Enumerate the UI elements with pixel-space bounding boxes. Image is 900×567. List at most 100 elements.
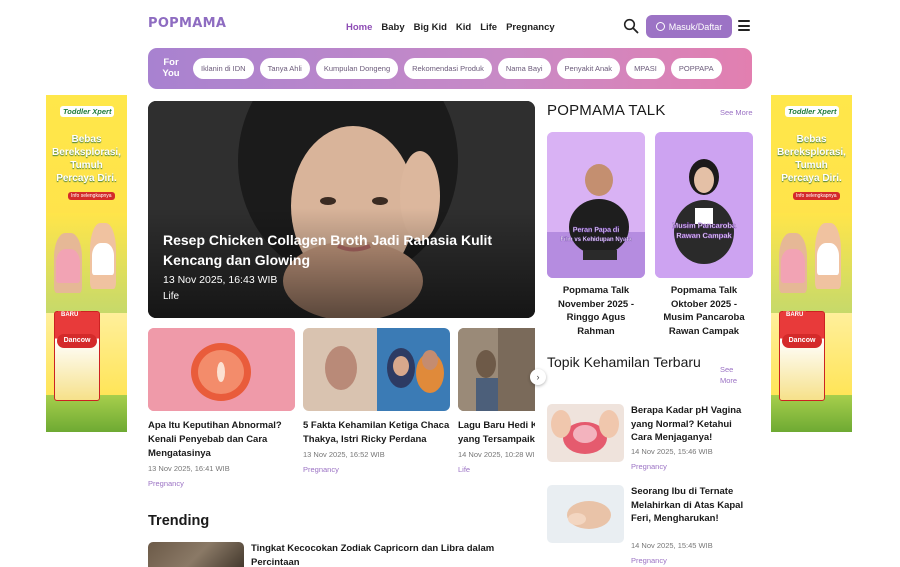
talk-poster-text: Rawan Campak [676, 231, 732, 240]
topik-article-date: 14 Nov 2025, 15:46 WIB [631, 447, 713, 456]
article-category[interactable]: Pregnancy [148, 479, 295, 488]
main-nav: Home Baby Big Kid Kid Life Pregnancy [346, 22, 555, 33]
search-icon[interactable] [623, 18, 639, 34]
talk-poster-text: Peran Papa di [573, 227, 619, 234]
topik-article-image [547, 404, 624, 462]
for-you-chips: Iklanin di IDN Tanya Ahli Kumpulan Donge… [193, 58, 722, 79]
popmama-talk-heading: POPMAMA TALK [547, 102, 666, 119]
chip-rekomendasi-produk[interactable]: Rekomendasi Produk [404, 58, 492, 79]
ad-headline-line: Bebas [796, 134, 827, 145]
chip-iklanin[interactable]: Iklanin di IDN [193, 58, 254, 79]
for-you-label-line2: You [162, 68, 180, 79]
talk-poster-text: Musim Pancaroba [672, 221, 737, 230]
side-ad-right[interactable]: Toddler Xpert Bebas Bereksplorasi, Tumuh… [771, 95, 852, 432]
ad-headline-line: Bereksplorasi, [777, 147, 846, 158]
article-category[interactable]: Pregnancy [303, 465, 450, 474]
article-image [303, 328, 450, 411]
ad-cta[interactable]: Info selengkapnya [793, 192, 840, 200]
topik-kehamilan-heading: Topik Kehamilan Terbaru [547, 354, 701, 370]
talk-caption[interactable]: Popmama Talk November 2025 - Ringgo Agus… [547, 284, 645, 338]
see-more-line: See [720, 365, 734, 374]
nav-big-kid[interactable]: Big Kid [414, 22, 447, 33]
article-image [148, 328, 295, 411]
ad-headline-line: Percaya Diri. [56, 173, 117, 184]
topik-article[interactable]: Seorang Ibu di Ternate Melahirkan di Ata… [547, 485, 752, 567]
user-icon [655, 22, 665, 31]
topik-article-date: 14 Nov 2025, 15:45 WIB [631, 541, 713, 550]
talk-card[interactable]: Musim Pancaroba Rawan Campak Popmama Tal… [655, 132, 753, 338]
chip-nama-bayi[interactable]: Nama Bayi [497, 58, 551, 79]
ad-brand-label: Toddler Xpert [785, 106, 840, 117]
product-box-image: Dancow [779, 311, 825, 401]
login-button[interactable]: Masuk/Daftar [646, 15, 732, 38]
product-box-image: Dancow [54, 311, 100, 401]
nav-home[interactable]: Home [346, 22, 372, 33]
trending-article-title[interactable]: Tingkat Kecocokan Zodiak Capricorn dan L… [251, 542, 526, 567]
talk-poster: Peran Papa di Film vs Kehidupan Nyata [547, 132, 645, 278]
chip-mpasi[interactable]: MPASI [626, 58, 665, 79]
ad-cta[interactable]: Info selengkapnya [68, 192, 115, 200]
topik-article-category[interactable]: Pregnancy [631, 556, 667, 565]
ad-brand-label: Toddler Xpert [60, 106, 115, 117]
article-title[interactable]: 5 Fakta Kehamilan Ketiga Chaca Thakya, I… [303, 419, 450, 447]
ad-kids-illustration [46, 213, 127, 313]
chip-poppapa[interactable]: POPPAPA [670, 58, 722, 79]
hero-date: 13 Nov 2025, 16:43 WIB [163, 274, 278, 286]
ad-headline: Bebas Bereksplorasi, Tumuh Percaya Diri. [46, 133, 127, 185]
login-label: Masuk/Daftar [668, 21, 723, 32]
article-card[interactable]: Apa Itu Keputihan Abnormal? Kenali Penye… [148, 328, 295, 488]
product-brand-label: Dancow [57, 334, 97, 348]
article-date: 13 Nov 2025, 16:41 WIB [148, 464, 230, 473]
for-you-label-line1: For [163, 57, 179, 68]
article-card[interactable]: 5 Fakta Kehamilan Ketiga Chaca Thakya, I… [303, 328, 450, 474]
ad-headline-line: Tumuh [795, 160, 828, 171]
topik-article-category[interactable]: Pregnancy [631, 462, 667, 471]
article-date: 13 Nov 2025, 16:52 WIB [303, 450, 385, 459]
trending-heading: Trending [148, 513, 210, 529]
trending-article-image[interactable] [148, 542, 244, 567]
topik-article-image [547, 485, 624, 543]
chip-penyakit-anak[interactable]: Penyakit Anak [556, 58, 621, 79]
hero-category[interactable]: Life [163, 291, 179, 302]
hero-title[interactable]: Resep Chicken Collagen Broth Jadi Rahasi… [163, 230, 523, 270]
ad-headline-line: Bebas [71, 134, 102, 145]
new-badge: BARU [783, 311, 807, 319]
talk-see-more-link[interactable]: See More [720, 108, 753, 117]
see-more-line: More [720, 376, 738, 385]
nav-pregnancy[interactable]: Pregnancy [506, 22, 555, 33]
topik-see-more-link[interactable]: See More [720, 364, 737, 386]
article-title[interactable]: Apa Itu Keputihan Abnormal? Kenali Penye… [148, 419, 295, 461]
hero-article[interactable]: Resep Chicken Collagen Broth Jadi Rahasi… [148, 101, 535, 318]
article-card[interactable]: Lagu Baru Hedi Kisah Cinta yang Tersampa… [458, 328, 535, 474]
site-header: POPMAMA Home Baby Big Kid Kid Life Pregn… [148, 12, 752, 42]
nav-kid[interactable]: Kid [456, 22, 471, 33]
ad-kids-illustration [771, 213, 852, 313]
ad-headline-line: Tumuh [70, 160, 103, 171]
ad-headline-line: Percaya Diri. [781, 173, 842, 184]
talk-caption[interactable]: Popmama Talk Oktober 2025 - Musim Pancar… [655, 284, 753, 338]
ad-headline: Bebas Bereksplorasi, Tumuh Percaya Diri. [771, 133, 852, 185]
nav-life[interactable]: Life [480, 22, 497, 33]
chip-kumpulan-dongeng[interactable]: Kumpulan Dongeng [315, 58, 399, 79]
talk-poster: Musim Pancaroba Rawan Campak [655, 132, 753, 278]
talk-card[interactable]: Peran Papa di Film vs Kehidupan Nyata Po… [547, 132, 645, 338]
topik-article-title[interactable]: Seorang Ibu di Ternate Melahirkan di Ata… [631, 485, 753, 526]
hamburger-menu-icon[interactable] [738, 20, 750, 32]
chip-tanya-ahli[interactable]: Tanya Ahli [259, 58, 310, 79]
article-carousel: Apa Itu Keputihan Abnormal? Kenali Penye… [148, 328, 535, 498]
carousel-next-chevron-icon[interactable]: › [530, 369, 546, 385]
side-ad-left[interactable]: Toddler Xpert Bebas Bereksplorasi, Tumuh… [46, 95, 127, 432]
new-badge: BARU [58, 311, 82, 319]
article-image [458, 328, 535, 411]
topik-article[interactable]: Berapa Kadar pH Vagina yang Normal? Keta… [547, 404, 752, 474]
topik-article-title[interactable]: Berapa Kadar pH Vagina yang Normal? Keta… [631, 404, 753, 445]
article-category[interactable]: Life [458, 465, 535, 474]
talk-poster-text: Film vs Kehidupan Nyata [560, 237, 632, 243]
article-title[interactable]: Lagu Baru Hedi Kisah Cinta yang Tersampa… [458, 419, 535, 447]
ad-headline-line: Bereksplorasi, [52, 147, 121, 158]
product-brand-label: Dancow [782, 334, 822, 348]
popmama-logo[interactable]: POPMAMA [148, 16, 226, 31]
for-you-label: For You [162, 57, 180, 79]
nav-baby[interactable]: Baby [381, 22, 404, 33]
article-date: 14 Nov 2025, 10:28 WIB [458, 450, 535, 459]
